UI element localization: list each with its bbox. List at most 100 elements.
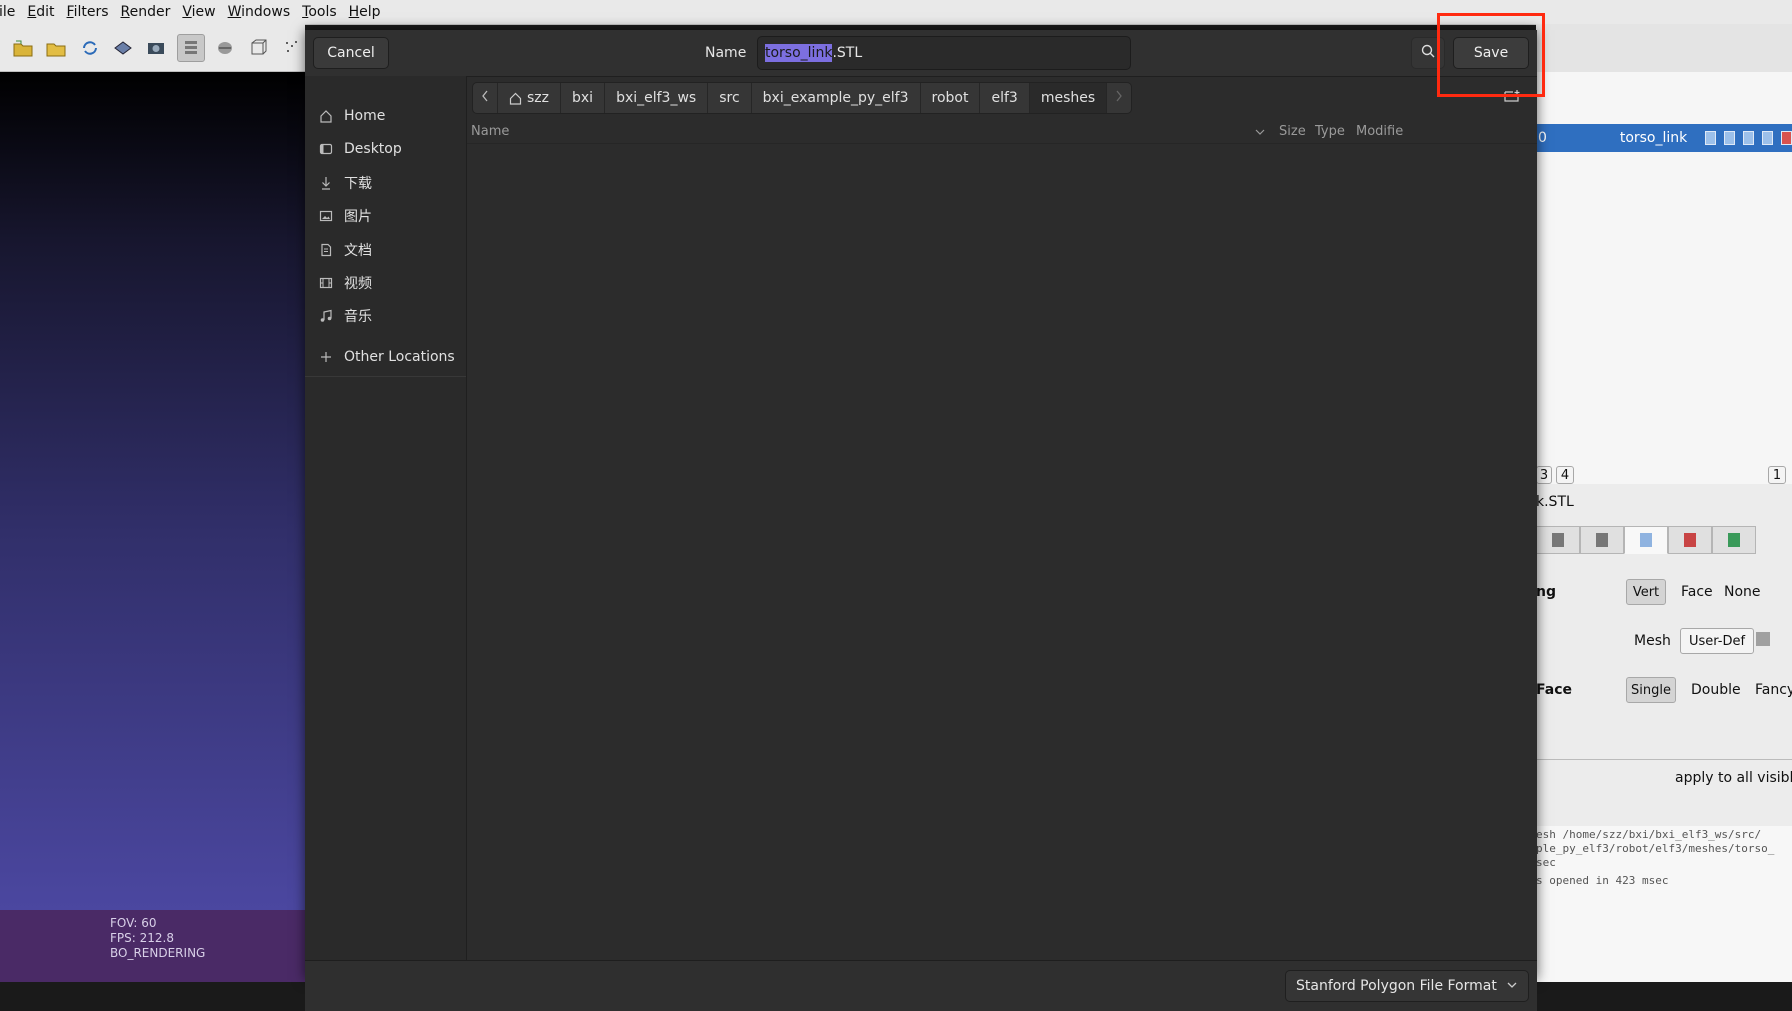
backface-single-button[interactable]: Single <box>1626 677 1676 703</box>
path-crumb[interactable]: bxi <box>561 83 606 113</box>
snapshot-icon[interactable] <box>144 35 169 61</box>
chevron-right-icon <box>1115 90 1123 106</box>
search-icon <box>1421 44 1435 62</box>
render-tabs <box>1536 526 1792 556</box>
path-back-button[interactable] <box>473 83 498 113</box>
sidebar-item-label: Home <box>344 108 386 124</box>
3d-viewport[interactable] <box>0 72 305 910</box>
sidebar-item-label: Other Locations <box>344 349 455 365</box>
page-button-1[interactable]: 1 <box>1768 466 1786 484</box>
layer-row[interactable]: 0 torso_link <box>1536 124 1792 152</box>
backface-fancy-option[interactable]: Fancy <box>1755 682 1792 698</box>
column-type[interactable]: Type <box>1315 124 1345 139</box>
apply-all-checkbox-label[interactable]: apply to all visible <box>1675 770 1792 786</box>
viewport-info: FOV: 60 FPS: 212.8 BO_RENDERING <box>0 910 305 982</box>
video-icon <box>318 276 334 290</box>
import-mesh-icon[interactable] <box>110 35 135 61</box>
save-file-dialog: Cancel Name torso_link .STL Save Home Des… <box>305 30 1537 1011</box>
smooth-toggle-icon[interactable] <box>1781 131 1792 145</box>
sidebar-item-label: 下载 <box>344 176 372 192</box>
path-crumb-home[interactable]: szz <box>498 83 561 113</box>
dialog-headerbar: Cancel Name torso_link .STL Save <box>305 30 1537 77</box>
cancel-button[interactable]: Cancel <box>313 37 389 69</box>
download-icon <box>318 176 334 190</box>
path-crumb[interactable]: elf3 <box>980 83 1030 113</box>
sidebar-item-music[interactable]: 音乐 <box>305 300 466 332</box>
path-crumb[interactable]: robot <box>921 83 981 113</box>
panel-divider <box>1536 759 1792 760</box>
home-icon <box>318 109 334 123</box>
reload-icon[interactable] <box>77 35 102 61</box>
layers-icon[interactable] <box>177 33 205 62</box>
flat-toggle-icon[interactable] <box>1762 131 1774 145</box>
menu-windows[interactable]: Windows <box>222 4 297 20</box>
sidebar-item-pictures[interactable]: 图片 <box>305 200 466 232</box>
file-list-header: Name Size Type Modifie <box>467 121 1537 144</box>
color-userdef-button[interactable]: User-Def <box>1680 628 1754 654</box>
color-swatch[interactable] <box>1756 632 1770 646</box>
new-project-icon[interactable] <box>10 35 35 61</box>
path-crumb-current[interactable]: meshes <box>1029 83 1108 113</box>
tab-flat[interactable] <box>1624 526 1668 554</box>
wire-toggle-icon[interactable] <box>1743 131 1755 145</box>
log-line: ple_py_elf3/robot/elf3/meshes/torso_ <box>1536 842 1775 855</box>
column-size[interactable]: Size <box>1279 124 1306 139</box>
page-button-3[interactable]: 3 <box>1536 466 1552 484</box>
column-name[interactable]: Name <box>471 124 509 139</box>
sidebar-item-downloads[interactable]: 下载 <box>305 167 466 199</box>
menu-help[interactable]: Help <box>343 4 387 20</box>
sidebar-item-label: 音乐 <box>344 309 372 325</box>
path-crumb[interactable]: src <box>708 83 752 113</box>
color-mesh-option[interactable]: Mesh <box>1634 633 1671 649</box>
save-button[interactable]: Save <box>1453 37 1529 69</box>
menu-file[interactable]: ile <box>0 4 21 20</box>
file-list[interactable] <box>467 144 1537 960</box>
points-toggle-icon[interactable] <box>1724 131 1736 145</box>
sidebar-item-label: 图片 <box>344 209 372 225</box>
menu-render[interactable]: Render <box>115 4 177 20</box>
open-folder-icon[interactable] <box>43 35 68 61</box>
column-modified[interactable]: Modifie <box>1356 124 1403 139</box>
menu-view[interactable]: View <box>176 4 221 20</box>
render-mode-readout: BO_RENDERING <box>110 946 206 960</box>
file-type-select[interactable]: Stanford Polygon File Format <box>1285 970 1529 1002</box>
search-button[interactable] <box>1411 37 1445 69</box>
chevron-down-icon[interactable] <box>1255 125 1265 140</box>
filename-extension: .STL <box>832 45 863 61</box>
path-crumb[interactable]: bxi_example_py_elf3 <box>752 83 921 113</box>
shading-none-option[interactable]: None <box>1724 584 1761 600</box>
shading-vert-button[interactable]: Vert <box>1626 579 1666 605</box>
new-folder-icon <box>1503 89 1521 107</box>
filename-input[interactable]: torso_link .STL <box>757 36 1131 70</box>
menu-edit[interactable]: Edit <box>21 4 60 20</box>
path-crumb[interactable]: bxi_elf3_ws <box>605 83 709 113</box>
new-folder-button[interactable] <box>1495 83 1529 113</box>
tab-smooth[interactable] <box>1668 526 1712 554</box>
sidebar-item-documents[interactable]: 文档 <box>305 234 466 266</box>
page-button-4[interactable]: 4 <box>1556 466 1574 484</box>
shading-face-option[interactable]: Face <box>1681 584 1713 600</box>
bbox-icon[interactable] <box>246 35 271 61</box>
menu-filters[interactable]: Filters <box>61 4 115 20</box>
sidebar-item-desktop[interactable]: Desktop <box>305 133 466 165</box>
menubar: ile Edit Filters Render View Windows Too… <box>0 0 1792 25</box>
python-shell-icon[interactable] <box>213 35 238 61</box>
menu-tools[interactable]: Tools <box>296 4 343 20</box>
path-forward-button[interactable] <box>1107 83 1131 113</box>
documents-icon <box>318 243 334 257</box>
sidebar-item-home[interactable]: Home <box>305 100 466 132</box>
tab-texture[interactable] <box>1712 526 1756 554</box>
points-icon[interactable] <box>280 35 305 61</box>
tab-wire[interactable] <box>1580 526 1624 554</box>
sidebar-separator <box>305 376 466 377</box>
tab-points[interactable] <box>1536 526 1580 554</box>
sidebar-item-label: Desktop <box>344 141 402 157</box>
name-label: Name <box>705 45 747 61</box>
backface-double-option[interactable]: Double <box>1691 682 1741 698</box>
plus-icon <box>318 351 334 363</box>
sidebar-item-other-locations[interactable]: Other Locations <box>305 341 466 373</box>
layer-toolbar <box>1536 24 1792 73</box>
sidebar-item-videos[interactable]: 视频 <box>305 267 466 299</box>
bbox-toggle-icon[interactable] <box>1705 131 1717 145</box>
main-toolbar <box>0 24 305 72</box>
